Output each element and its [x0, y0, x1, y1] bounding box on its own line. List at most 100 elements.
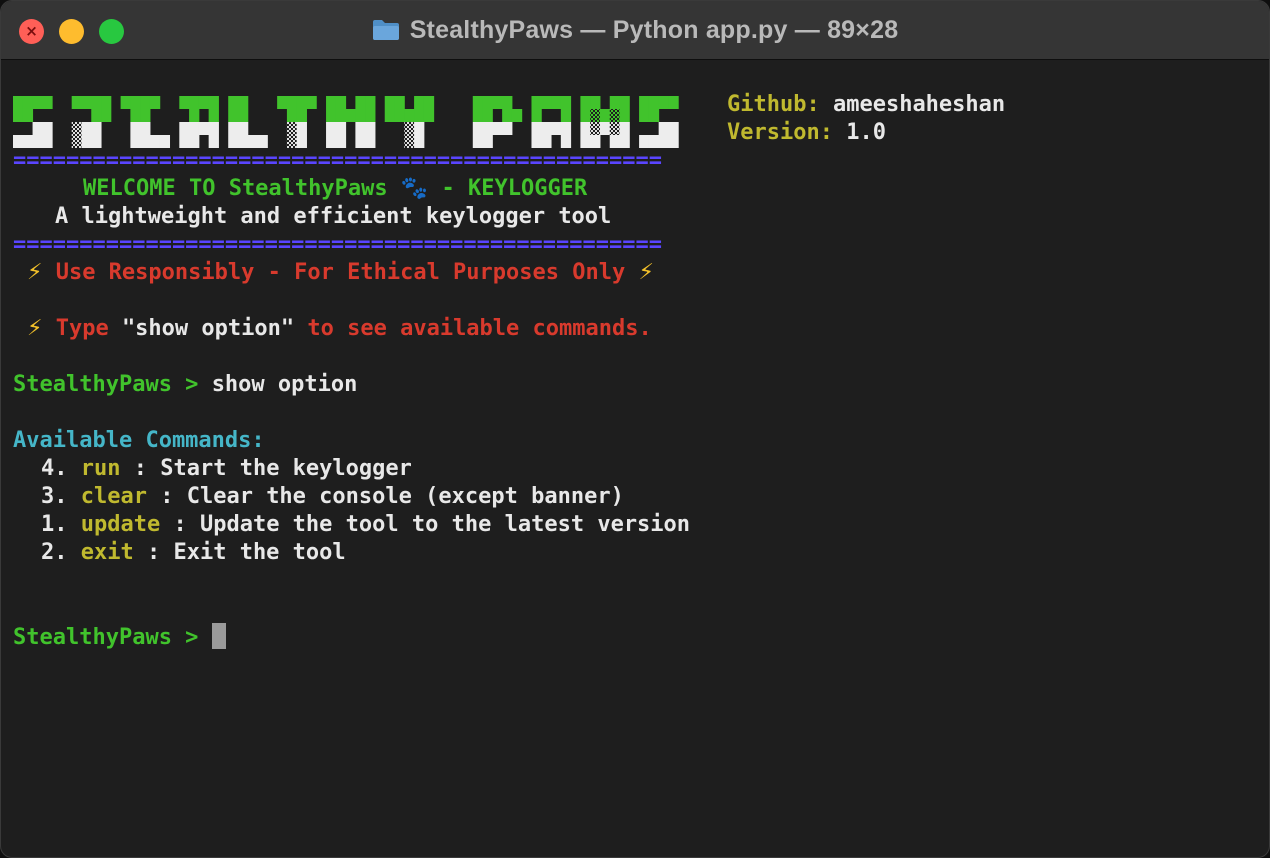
version-line: Version: 1.0	[727, 119, 886, 147]
logo-pixel	[423, 96, 435, 109]
command-item: 1. update : Update the tool to the lates…	[41, 511, 690, 539]
logo-pixel	[384, 96, 396, 109]
terminal-window: × StealthyPaws — Python app.py — 89×28 G…	[0, 0, 1270, 858]
logo-pixel	[394, 109, 405, 122]
logo-pixel	[130, 96, 141, 109]
logo-pixel	[541, 96, 552, 109]
prompt-line: StealthyPaws > show option	[13, 371, 357, 399]
logo-pixel	[619, 122, 630, 135]
logo-pixel	[365, 109, 376, 122]
logo-pixel	[560, 109, 572, 122]
logo-pixel	[619, 109, 630, 122]
terminal-output: Github: ameeshaheshan Version: 1.0 =====…	[13, 91, 1005, 766]
command-num: 3.	[41, 484, 68, 509]
current-prompt: StealthyPaws >	[13, 625, 212, 650]
logo-pixel	[355, 96, 366, 109]
logo-pixel	[619, 96, 630, 109]
logo-pixel	[551, 122, 562, 135]
logo-pixel	[599, 122, 611, 135]
logo-pixel	[296, 122, 307, 135]
title-bar[interactable]: × StealthyPaws — Python app.py — 89×28	[1, 1, 1269, 60]
logo-pixel	[238, 96, 249, 109]
logo-pixel	[179, 122, 190, 135]
logo-pixel	[609, 122, 621, 135]
logo-pixel	[228, 96, 239, 109]
command-name: clear	[80, 484, 147, 509]
logo-pixel	[472, 96, 484, 109]
logo-pixel	[414, 96, 425, 109]
hint-after: to see available commands.	[294, 316, 652, 341]
logo-pixel	[101, 109, 112, 122]
hint-command: "show option"	[121, 316, 295, 341]
logo-pixel	[140, 109, 151, 122]
version-value: 1.0	[846, 120, 886, 145]
logo-pixel	[228, 122, 239, 135]
logo-pixel	[365, 122, 376, 135]
logo-pixel	[238, 109, 249, 122]
logo-pixel	[590, 96, 601, 109]
command-item: 2. exit : Exit the tool	[41, 539, 346, 567]
logo-pixel	[335, 122, 347, 135]
logo-pixel	[326, 122, 337, 135]
prompt: StealthyPaws >	[13, 372, 212, 397]
welcome-text: WELCOME TO StealthyPaws	[83, 176, 388, 201]
logo-pixel	[384, 109, 396, 122]
logo-pixel	[345, 109, 356, 122]
ascii-logo	[13, 96, 688, 148]
command-name: exit	[80, 540, 134, 565]
logo-pixel	[277, 96, 288, 109]
logo-pixel	[71, 96, 82, 109]
github-label: Github:	[727, 92, 820, 117]
tagline: A lightweight and efficient keylogger to…	[55, 204, 612, 229]
logo-pixel	[208, 109, 219, 122]
logo-pixel	[286, 109, 298, 122]
logo-pixel	[590, 122, 601, 135]
logo-pixel	[228, 109, 239, 122]
logo-pixel	[198, 96, 210, 109]
logo-pixel	[648, 109, 660, 122]
hint-line: ⚡ Type "show option" to see available co…	[27, 315, 652, 343]
logo-pixel	[502, 122, 513, 135]
logo-pixel	[639, 109, 650, 122]
logo-pixel	[208, 96, 219, 109]
available-commands-header: Available Commands:	[13, 428, 265, 453]
command-name: run	[80, 456, 121, 481]
logo-pixel	[208, 122, 219, 135]
divider-bottom: ========================================…	[13, 232, 663, 257]
logo-pixel	[609, 96, 621, 109]
logo-pixel	[238, 122, 249, 135]
logo-pixel	[198, 122, 210, 135]
logo-pixel	[326, 96, 337, 109]
logo-pixel	[658, 96, 669, 109]
command-num: 2.	[41, 540, 68, 565]
logo-pixel	[130, 122, 141, 135]
logo-pixel	[189, 122, 200, 135]
window-title-text: StealthyPaws — Python app.py — 89×28	[409, 15, 899, 44]
folder-icon	[372, 19, 400, 41]
logo-pixel	[335, 96, 347, 109]
logo-pixel	[492, 96, 503, 109]
logo-pixel	[482, 109, 493, 122]
lightning-icon: ⚡	[27, 316, 43, 341]
lightning-icon: ⚡	[638, 260, 654, 285]
logo-pixel	[149, 96, 161, 109]
logo-pixel	[531, 96, 542, 109]
current-prompt-line[interactable]: StealthyPaws >	[13, 623, 226, 651]
command-desc: : Exit the tool	[133, 540, 346, 565]
logo-pixel	[551, 96, 562, 109]
logo-pixel	[541, 122, 552, 135]
warning-text: Use Responsibly - For Ethical Purposes O…	[55, 260, 626, 285]
command-item: 3. clear : Clear the console (except ban…	[41, 483, 624, 511]
logo-pixel	[482, 96, 493, 109]
command-desc: : Clear the console (except banner)	[146, 484, 624, 509]
logo-pixel	[639, 96, 650, 109]
welcome-line: WELCOME TO StealthyPaws 🐾 - KEYLOGGER	[83, 175, 587, 203]
text-cursor[interactable]	[211, 623, 226, 649]
welcome-suffix: - KEYLOGGER	[428, 176, 588, 201]
logo-pixel	[355, 109, 366, 122]
logo-pixel	[472, 109, 484, 122]
command-desc: : Start the keylogger	[120, 456, 412, 481]
logo-pixel	[492, 122, 503, 135]
logo-pixel	[286, 122, 298, 135]
command-num: 4.	[41, 456, 68, 481]
